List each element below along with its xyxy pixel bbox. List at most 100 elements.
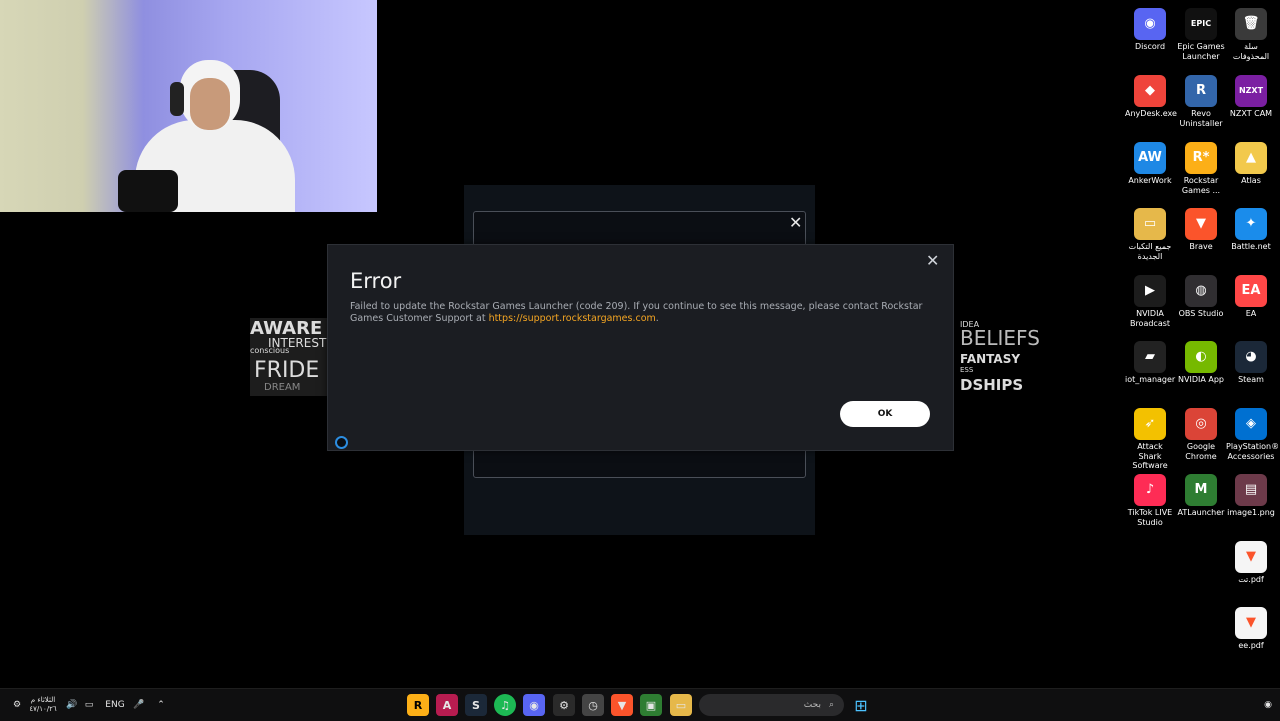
collage-word: ESS: [960, 366, 974, 374]
desktop-icon[interactable]: ◉ Discord: [1125, 4, 1175, 52]
app-icon: AW: [1134, 142, 1166, 174]
desktop-icon-label: Brave: [1189, 242, 1213, 251]
desktop-icon-label: EA: [1245, 309, 1257, 318]
desktop-icon[interactable]: R* Rockstar Games ...: [1176, 138, 1226, 195]
desktop-icon[interactable]: ▭ جميع التكبات الجديدة: [1125, 204, 1175, 261]
desktop-icon[interactable]: ▤ image1.png: [1226, 470, 1276, 518]
network-icon[interactable]: ▭: [82, 694, 96, 716]
close-icon[interactable]: ✕: [926, 251, 939, 270]
desktop-icon-label: iot_manager: [1125, 375, 1176, 384]
desktop-icon[interactable]: ◐ NVIDIA App: [1176, 337, 1226, 385]
desktop-icon[interactable]: ◆ AnyDesk.exe: [1125, 71, 1177, 119]
desktop-icon-label: Attack Shark Software: [1132, 442, 1168, 470]
word-collage-right: IDEA BELIEFS FANTASY ESS DSHIPS: [960, 320, 1040, 398]
desktop-icon-label: Atlas: [1241, 176, 1261, 185]
taskbar-spotify-app[interactable]: ♫: [494, 694, 516, 716]
taskbar-rockstar-app[interactable]: R: [407, 694, 429, 716]
language-indicator[interactable]: ENG: [104, 694, 126, 716]
app-icon: ✦: [1235, 208, 1267, 240]
desktop-icon[interactable]: M ATLauncher: [1176, 470, 1226, 518]
taskbar-discord-app[interactable]: ◉: [523, 694, 545, 716]
desktop-icon[interactable]: ◎ Google Chrome: [1176, 404, 1226, 461]
microphone: [118, 170, 178, 212]
desktop-icon-label: Google Chrome: [1185, 442, 1217, 461]
windows-start-icon[interactable]: ⊞: [850, 694, 872, 716]
app-icon: ▼: [1185, 208, 1217, 240]
app-icon: ▼: [1235, 541, 1267, 573]
ok-button[interactable]: OK: [840, 401, 930, 427]
desktop-icon[interactable]: AW AnkerWork: [1125, 138, 1175, 186]
desktop-icon[interactable]: ◕ Steam: [1226, 337, 1276, 385]
message-end: .: [655, 312, 659, 324]
volume-icon[interactable]: 🔊: [64, 694, 80, 716]
desktop-icon-label: ATLauncher: [1177, 508, 1225, 517]
app-icon: ➶: [1134, 408, 1166, 440]
desktop-icon[interactable]: NZXT NZXT CAM: [1226, 71, 1276, 119]
desktop-icon[interactable]: ▼ Brave: [1176, 204, 1226, 252]
desktop-icon-label: OBS Studio: [1178, 309, 1224, 318]
desktop-icon[interactable]: ✦ Battle.net: [1226, 204, 1276, 252]
desktop-icon[interactable]: 🗑 سلة المحذوفات: [1226, 4, 1276, 61]
webcam-overlay: [0, 0, 377, 212]
desktop-icon-label: image1.png: [1227, 508, 1275, 517]
dialog-title: Error: [350, 269, 402, 293]
taskbar-app[interactable]: A: [436, 694, 458, 716]
app-icon: ◐: [1185, 341, 1217, 373]
desktop-icon-label: Rockstar Games ...: [1181, 176, 1221, 195]
desktop-icon[interactable]: EPIC Epic Games Launcher: [1176, 4, 1226, 61]
taskbar-settings-app[interactable]: ⚙: [553, 694, 575, 716]
loading-spinner: [335, 436, 348, 449]
taskbar-file-explorer[interactable]: ▭: [670, 694, 692, 716]
app-icon: ◎: [1185, 408, 1217, 440]
taskbar-app[interactable]: ▣: [640, 694, 662, 716]
app-icon: ♪: [1134, 474, 1166, 506]
desktop-icon-label: PlayStation® Accessories: [1226, 442, 1280, 461]
desktop-icon[interactable]: ▶ NVIDIA Broadcast: [1125, 271, 1175, 328]
taskbar-steam-app[interactable]: S: [465, 694, 487, 716]
search-placeholder: بحث: [803, 700, 821, 710]
taskbar: ⚙ الثلاثاء م ٤٧/١٠/٢٦ 🔊 ▭ ENG 🎤 ⌃ R A S …: [0, 688, 1280, 721]
launcher-close-icon[interactable]: ✕: [789, 213, 802, 232]
settings-gear-icon[interactable]: ⚙: [8, 694, 26, 716]
desktop-icon-label: تت.pdf: [1238, 575, 1264, 584]
app-icon: ◍: [1185, 275, 1217, 307]
desktop-icon[interactable]: ▰ iot_manager: [1125, 337, 1175, 385]
desktop-icon[interactable]: ♪ TikTok LIVE Studio: [1125, 470, 1175, 527]
desktop-icon[interactable]: ▼ ee.pdf: [1226, 603, 1276, 651]
clock[interactable]: الثلاثاء م ٤٧/١٠/٢٦: [28, 694, 58, 716]
microphone-icon[interactable]: 🎤: [132, 694, 146, 716]
desktop-icon-label: ee.pdf: [1238, 641, 1264, 650]
taskbar-brave-app[interactable]: ▼: [611, 694, 633, 716]
app-icon: ▶: [1134, 275, 1166, 307]
app-icon: ◈: [1235, 408, 1267, 440]
desktop-icon[interactable]: EA EA: [1226, 271, 1276, 319]
taskbar-app[interactable]: ◷: [582, 694, 604, 716]
desktop-icon[interactable]: R Revo Uninstaller: [1176, 71, 1226, 128]
desktop-icon-label: Discord: [1134, 42, 1166, 51]
app-icon: ▰: [1134, 341, 1166, 373]
collage-word: DREAM: [264, 382, 301, 393]
app-icon: ◉: [1134, 8, 1166, 40]
desktop-icon-label: جميع التكبات الجديدة: [1128, 242, 1172, 261]
app-icon: NZXT: [1235, 75, 1267, 107]
collage-word: FANTASY: [960, 352, 1021, 366]
chevron-up-icon[interactable]: ⌃: [154, 694, 168, 716]
app-icon: EA: [1235, 275, 1267, 307]
desktop-icon[interactable]: ➶ Attack Shark Software: [1125, 404, 1175, 471]
app-icon: EPIC: [1185, 8, 1217, 40]
desktop-icon[interactable]: ▲ Atlas: [1226, 138, 1276, 186]
app-icon: ◕: [1235, 341, 1267, 373]
search-icon: ⌕: [828, 700, 834, 710]
desktop-icon[interactable]: ◍ OBS Studio: [1176, 271, 1226, 319]
notification-icon[interactable]: ◉: [1260, 694, 1276, 716]
collage-word: BELIEFS: [960, 326, 1040, 350]
desktop-icon[interactable]: ▼ تت.pdf: [1226, 537, 1276, 585]
desktop-icon[interactable]: ◈ PlayStation® Accessories: [1226, 404, 1280, 461]
app-icon: ▤: [1235, 474, 1267, 506]
word-collage-left: AWARE INTEREST conscious FRIDE DREAM Re: [250, 318, 330, 396]
desktop-icon-label: NVIDIA App: [1178, 375, 1224, 384]
support-link[interactable]: https://support.rockstargames.com: [489, 313, 656, 324]
person-face: [190, 78, 230, 130]
app-icon: M: [1185, 474, 1217, 506]
search-bar[interactable]: بحث ⌕: [699, 694, 844, 716]
